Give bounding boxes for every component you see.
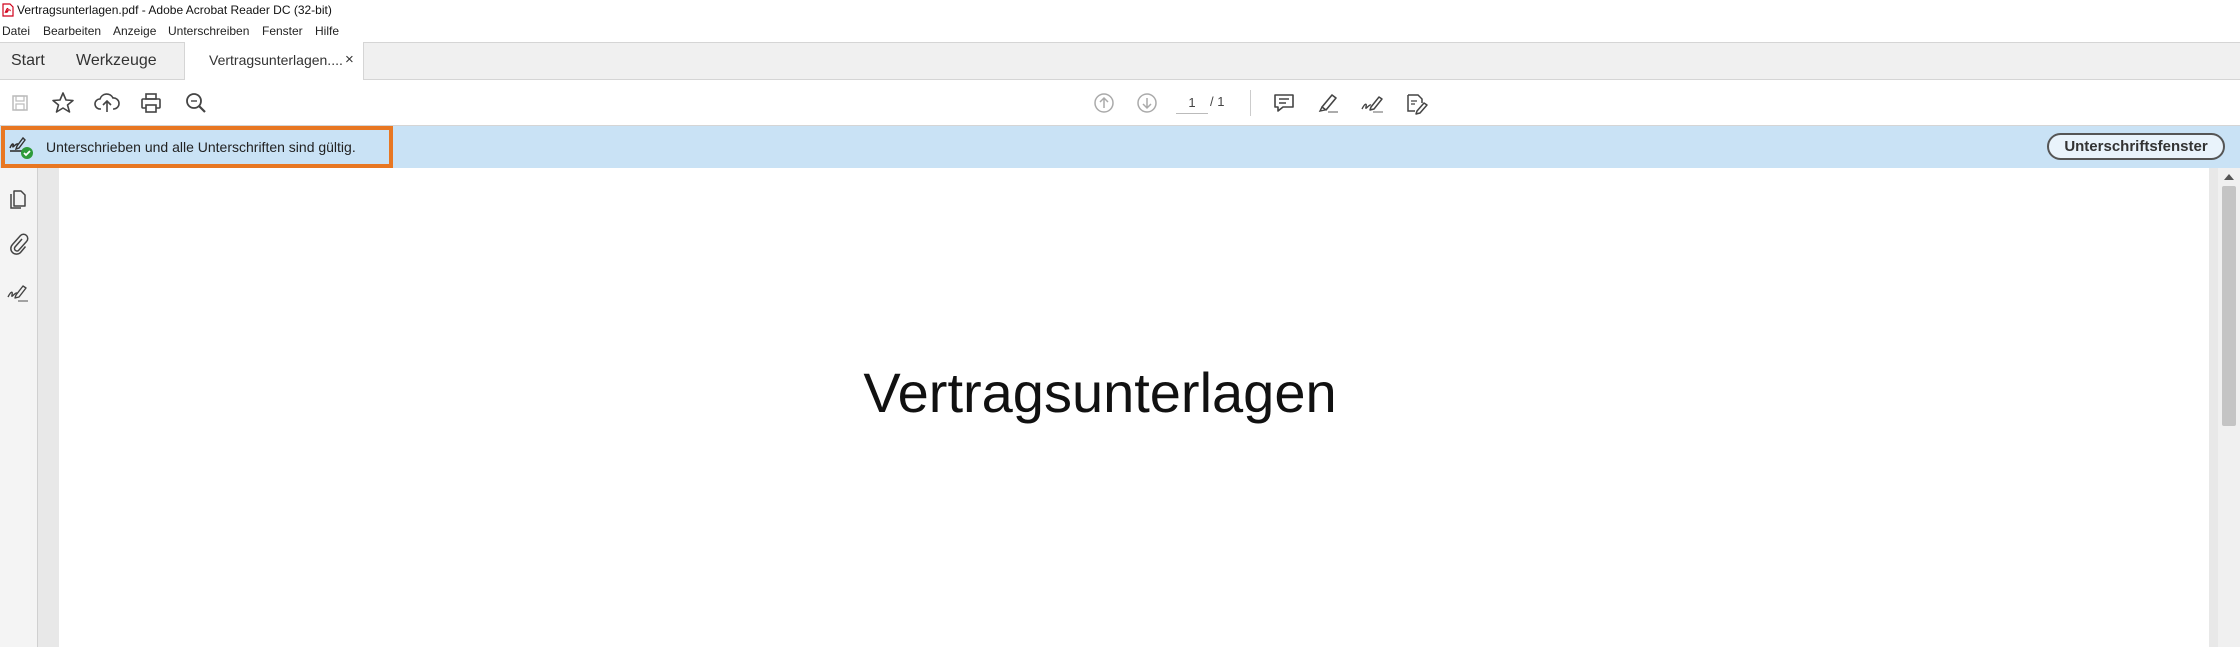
menu-datei[interactable]: Datei [2,24,30,38]
vertical-scrollbar[interactable] [2218,168,2240,647]
menu-bar: Datei Bearbeiten Anzeige Unterschreiben … [0,21,2240,42]
scrollbar-thumb[interactable] [2222,186,2236,426]
bookmark-star-icon[interactable] [49,89,77,117]
next-page-icon[interactable] [1133,89,1161,117]
tab-werkzeuge[interactable]: Werkzeuge [76,52,157,70]
document-heading: Vertragsunterlagen [863,361,1337,424]
menu-unterschreiben[interactable]: Unterschreiben [168,24,249,38]
menu-fenster[interactable]: Fenster [262,24,303,38]
save-icon[interactable] [6,89,34,117]
previous-page-icon[interactable] [1090,89,1118,117]
page-total: / 1 [1210,94,1225,109]
comment-icon[interactable] [1270,89,1298,117]
menu-anzeige[interactable]: Anzeige [113,24,156,38]
window-title: Vertragsunterlagen.pdf - Adobe Acrobat R… [17,3,332,17]
highlight-pen-icon[interactable] [1314,89,1342,117]
tab-bar: Start Werkzeuge Vertragsunterlagen.... × [0,42,2240,80]
pages-thumbnail-icon[interactable] [6,186,30,210]
menu-bearbeiten[interactable]: Bearbeiten [43,24,101,38]
attachments-paperclip-icon[interactable] [6,232,30,256]
signature-status-highlight [1,126,393,168]
window-title-bar: Vertragsunterlagen.pdf - Adobe Acrobat R… [0,0,2240,21]
tab-document-label: Vertragsunterlagen.... [209,52,343,68]
signatures-icon[interactable] [6,280,30,304]
menu-hilfe[interactable]: Hilfe [315,24,339,38]
signature-panel-button[interactable]: Unterschriftsfenster [2047,133,2225,160]
tab-document[interactable]: Vertragsunterlagen.... × [184,42,364,80]
close-icon[interactable]: × [345,51,354,68]
sign-icon[interactable] [1358,89,1386,117]
toolbar: 1 / 1 [0,80,2240,126]
fill-sign-icon[interactable] [1402,89,1430,117]
page-number-input[interactable]: 1 [1176,93,1208,114]
zoom-search-icon[interactable] [182,89,210,117]
pdf-icon [2,3,14,17]
tab-start[interactable]: Start [11,52,45,70]
cloud-upload-icon[interactable] [93,89,121,117]
toolbar-separator [1250,90,1251,116]
print-icon[interactable] [137,89,165,117]
scroll-up-arrow-icon[interactable] [2224,174,2234,180]
